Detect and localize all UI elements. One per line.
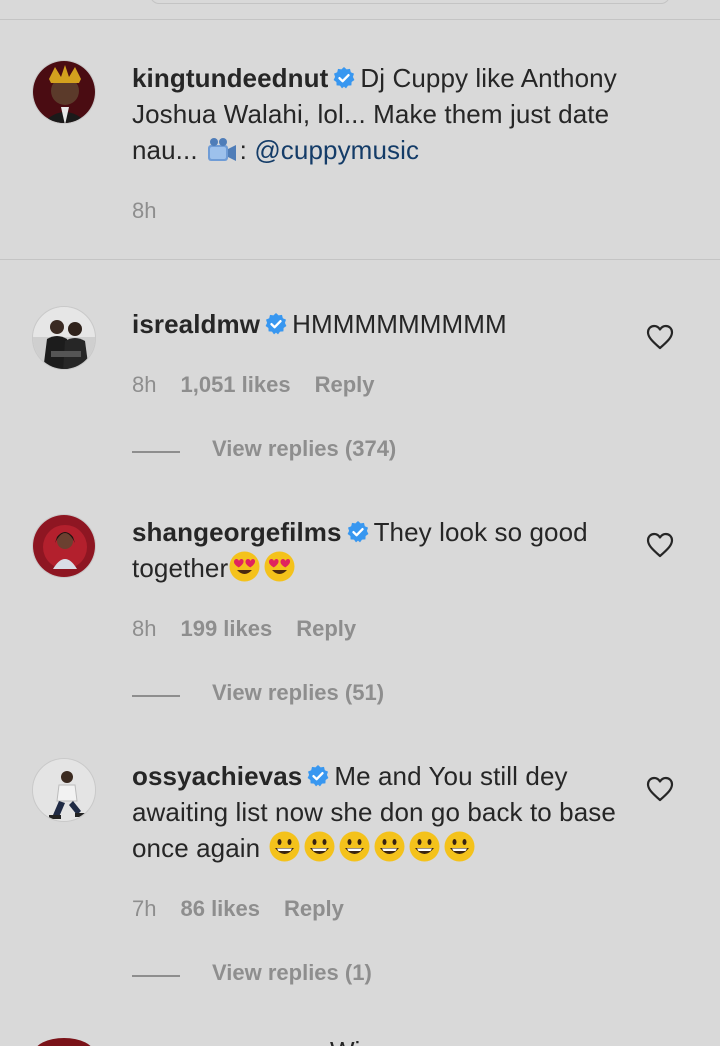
view-replies-button[interactable]: View replies (51): [132, 680, 532, 712]
comment-username[interactable]: ossyachievas: [132, 761, 302, 791]
avatar-ossyachievas[interactable]: [32, 758, 96, 822]
comment-time: 8h: [132, 616, 157, 641]
heart-eyes-emoji: [263, 550, 296, 583]
post-caption: kingtundeednut Dj Cuppy like Anthony Josh…: [0, 20, 720, 260]
avatar-shangeorgefilms[interactable]: [32, 514, 96, 578]
caption-meta: 8h: [132, 198, 180, 224]
view-replies-label: View replies (374): [212, 436, 397, 461]
comment-3-meta: 7h 86 likes Reply: [132, 896, 368, 922]
heart-icon[interactable]: [646, 532, 674, 558]
comment-username[interactable]: isrealdmw: [132, 309, 260, 339]
avatar-isrealdmw[interactable]: [32, 306, 96, 370]
comments-screen: kingtundeednut Dj Cuppy like Anthony Josh…: [0, 0, 720, 1046]
grinning-face-emoji: [338, 830, 371, 863]
caption-time: 8h: [132, 198, 157, 223]
reply-button[interactable]: Reply: [284, 896, 344, 921]
view-replies-button[interactable]: View replies (1): [132, 960, 532, 992]
reply-button[interactable]: Reply: [315, 372, 375, 397]
view-replies-label: View replies (1): [212, 960, 372, 985]
verified-badge-icon: [265, 313, 287, 335]
avatar-kingtundeednut[interactable]: [32, 60, 96, 124]
reply-button[interactable]: Reply: [296, 616, 356, 641]
top-input-stub[interactable]: [150, 0, 670, 4]
replies-divider: [132, 451, 180, 453]
likes-count[interactable]: 1,051 likes: [180, 372, 290, 397]
next-comment-text: Wi: [330, 1036, 360, 1046]
grinning-face-emoji: [303, 830, 336, 863]
heart-icon[interactable]: [646, 324, 674, 350]
likes-count[interactable]: 86 likes: [180, 896, 260, 921]
comment-username[interactable]: shangeorgefilms: [132, 517, 342, 547]
verified-badge-icon: [307, 765, 329, 787]
comment-time: 8h: [132, 372, 157, 397]
heart-icon[interactable]: [646, 776, 674, 802]
grinning-face-emoji: [408, 830, 441, 863]
comment-1-text: isrealdmw HMMMMMMMMM: [132, 306, 632, 342]
top-bar: [0, 0, 720, 20]
grinning-face-emoji: [268, 830, 301, 863]
heart-eyes-emoji: [228, 550, 261, 583]
caption-username[interactable]: kingtundeednut: [132, 63, 328, 93]
caption-mention[interactable]: @cuppymusic: [254, 135, 419, 165]
verified-badge-icon: [333, 67, 355, 89]
replies-divider: [132, 695, 180, 697]
comment-2-meta: 8h 199 likes Reply: [132, 616, 380, 642]
grinning-face-emoji: [373, 830, 406, 863]
view-replies-button[interactable]: View replies (374): [132, 436, 532, 468]
replies-divider: [132, 975, 180, 977]
comment-3-text: ossyachievas Me and You still dey awaitin…: [132, 758, 622, 866]
likes-count[interactable]: 199 likes: [180, 616, 272, 641]
comment-1-meta: 8h 1,051 likes Reply: [132, 372, 399, 398]
verified-badge-icon: [347, 521, 368, 543]
comment-2-text: shangeorgefilms They look so good togethe…: [132, 514, 632, 586]
comment-time: 7h: [132, 896, 157, 921]
video-camera-emoji: [207, 138, 236, 161]
grinning-face-emoji: [443, 830, 476, 863]
avatar-next-comment[interactable]: [34, 1038, 94, 1046]
view-replies-label: View replies (51): [212, 680, 385, 705]
caption-text: kingtundeednut Dj Cuppy like Anthony Josh…: [132, 60, 672, 168]
caption-colon: :: [239, 135, 247, 165]
comment-body: HMMMMMMMMM: [292, 309, 507, 339]
